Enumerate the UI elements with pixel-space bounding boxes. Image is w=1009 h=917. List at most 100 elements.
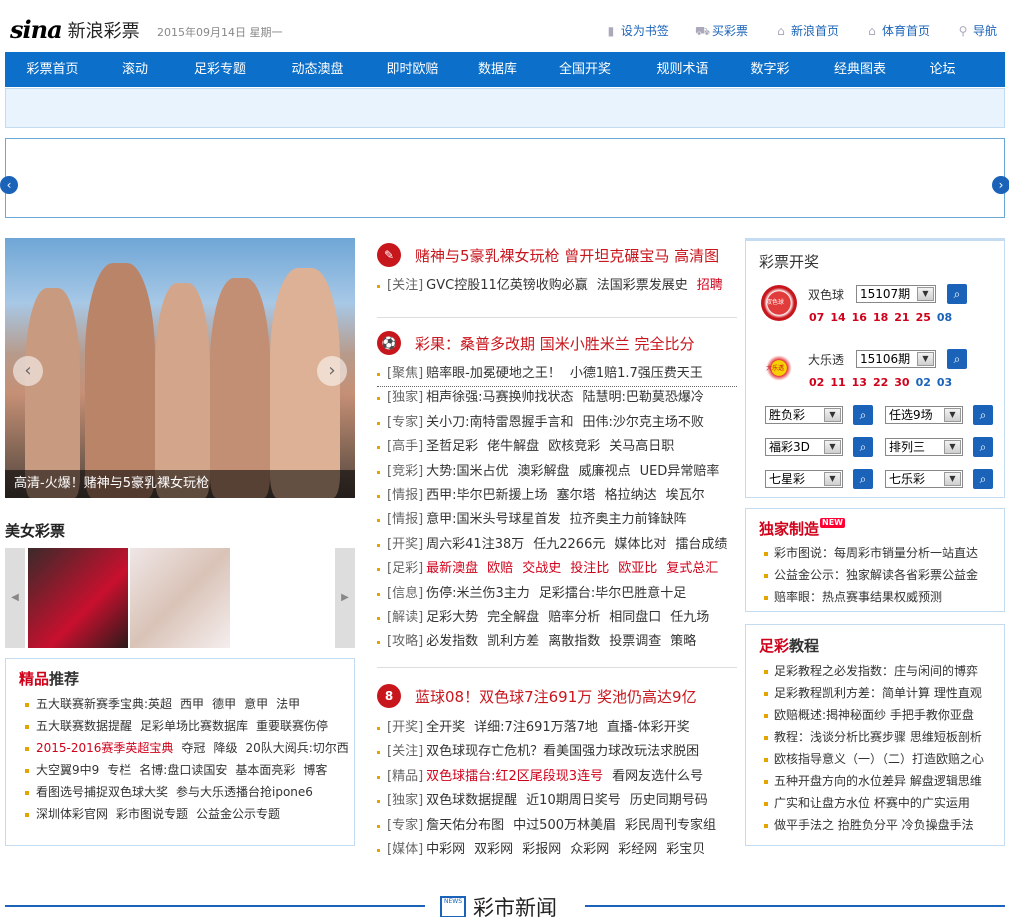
news-link[interactable]: 中彩网 [426,842,465,857]
news-link[interactable]: 双色球数据提醒 [426,793,517,808]
news-link[interactable]: 欧亚比 [618,561,657,576]
lottery-type-select[interactable]: 福彩3D ▼ [765,438,843,456]
news-link[interactable]: 圣哲足彩 [426,439,478,454]
lottery-search-button[interactable]: ⌕ [853,437,873,457]
news-link[interactable]: 擂台成绩 [675,537,727,552]
headline-1[interactable]: ✎ 赌神与5豪乳裸女玩枪 曾开坦克碾宝马 高清图 [377,243,719,267]
news-link[interactable]: 大势:国米占优 [426,464,508,479]
news-link[interactable]: 澳彩解盘 [518,464,570,479]
news-link[interactable]: 彩经网 [618,842,657,857]
lottery-search-button[interactable]: ⌕ [853,469,873,489]
news-link[interactable]: 詹天佑分布图 [426,818,504,833]
news-link[interactable]: 足彩大势 [426,610,478,625]
lottery-type-select[interactable]: 排列三 ▼ [885,438,963,456]
beauty-thumbnail[interactable] [28,548,128,648]
lottery-search-button[interactable]: ⌕ [973,437,993,457]
news-link[interactable]: 离散指数 [548,634,600,649]
banner-next-arrow-icon[interactable]: › [992,176,1009,194]
news-link[interactable]: 彩宝贝 [666,842,705,857]
nav-item-scroll[interactable]: 滚动 [100,52,170,87]
news-link[interactable]: 威廉视点 [579,464,631,479]
sina-logo[interactable]: sina 新浪彩票 [10,15,140,44]
thumb-next-arrow-icon[interactable]: ▶ [335,548,355,648]
news-link[interactable]: 陆慧明:巴勒莫恐爆冷 [583,390,704,405]
news-link[interactable]: 复式总汇 [666,561,718,576]
news-link[interactable]: 最新澳盘 [426,561,478,576]
banner-prev-arrow-icon[interactable]: ‹ [0,176,18,194]
news-link[interactable]: 关小刀:南特雷恩握手言和 [426,415,573,430]
list-item[interactable]: 欧赔概述:揭神秘面纱 手把手教你亚盘 [761,704,984,726]
lottery-type-select[interactable]: 七星彩 ▼ [765,470,843,488]
news-link[interactable]: 近10期周日奖号 [526,793,621,808]
news-link[interactable]: 交战史 [522,561,561,576]
photo-caption[interactable]: 高清-火爆！赌神与5豪乳裸女玩枪 [5,470,355,498]
nav-item-macau-odds[interactable]: 动态澳盘 [270,52,365,87]
news-link[interactable]: 历史同期号码 [630,793,708,808]
headline-3[interactable]: 8 蓝球08！双色球7注691万 奖池仍高达9亿 [377,684,697,708]
sina-home-link[interactable]: ⌂ 新浪首页 [774,22,839,39]
news-link[interactable]: 周六彩41注38万 [426,537,524,552]
news-link[interactable]: 彩报网 [522,842,561,857]
buy-lottery-link[interactable]: ⛟ 买彩票 [695,22,748,39]
news-link[interactable]: 策略 [670,634,696,649]
dlt-search-button[interactable]: ⌕ [947,349,967,369]
news-link[interactable]: 众彩网 [570,842,609,857]
nav-item-digital[interactable]: 数字彩 [730,52,810,87]
news-link[interactable]: 必发指数 [426,634,478,649]
photo-prev-arrow-icon[interactable]: ‹ [13,356,43,386]
news-link[interactable]: 田伟:沙尔克主场不败 [583,415,704,430]
headline-photo[interactable]: ‹ › 高清-火爆！赌神与5豪乳裸女玩枪 [5,238,355,498]
list-item[interactable]: 欧核指导意义（一）（二）打造欧赔之心 [761,748,984,770]
news-link[interactable]: 赔率眼-加冕硬地之王！ [426,366,561,381]
news-link[interactable]: 任九2266元 [533,537,605,552]
list-item[interactable]: 彩市图说：每周彩市销量分析一站直达 [761,542,978,564]
news-link[interactable]: 媒体比对 [614,537,666,552]
news-link[interactable]: 全开奖 [426,720,465,735]
news-link[interactable]: 格拉纳达 [605,488,657,503]
nav-item-database[interactable]: 数据库 [460,52,535,87]
news-link[interactable]: 相同盘口 [609,610,661,625]
list-item[interactable]: 赔率眼：热点赛事结果权威预测 [761,586,978,608]
news-link[interactable]: 双色球擂台:红2区尾段现3连号 [426,769,603,784]
news-link[interactable]: 双彩网 [474,842,513,857]
nav-item-home[interactable]: 彩票首页 [5,52,100,87]
nav-item-euro-odds[interactable]: 即时欧赔 [365,52,460,87]
ssq-search-button[interactable]: ⌕ [947,284,967,304]
lottery-type-select[interactable]: 七乐彩 ▼ [885,470,963,488]
sports-home-link[interactable]: ⌂ 体育首页 [865,22,930,39]
news-link[interactable]: 彩民周刊专家组 [625,818,716,833]
news-link[interactable]: 西甲:毕尔巴新援上场 [426,488,547,503]
bookmark-link[interactable]: ▮ 设为书签 [604,22,669,39]
headline-2[interactable]: ⚽ 彩果：桑普多改期 国米小胜米兰 完全比分 [377,331,695,355]
news-link[interactable]: 详细:7注691万落7地 [474,720,598,735]
dlt-issue-select[interactable]: 15106期 ▼ [856,350,936,368]
news-link[interactable]: 小德1赔1.7强压费天王 [570,366,703,381]
list-item[interactable]: 足彩教程之必发指数：庄与闲间的博弈 [761,660,984,682]
nav-item-charts[interactable]: 经典图表 [810,52,910,87]
list-item[interactable]: 做平手法之 抬胜负分平 冷负操盘手法 [761,814,984,836]
news-link[interactable]: 欧核竞彩 [548,439,600,454]
news-link[interactable]: 赔率分析 [548,610,600,625]
nav-item-forum[interactable]: 论坛 [910,52,975,87]
news-link[interactable]: 直播-体彩开奖 [607,720,690,735]
news-link[interactable]: 拉齐奥主力前锋缺阵 [570,512,687,527]
ssq-issue-select[interactable]: 15107期 ▼ [856,285,936,303]
news-link[interactable]: 伤停:米兰伤3主力 [426,586,530,601]
navigation-link[interactable]: ⚲ 导航 [956,22,997,39]
news-link[interactable]: 意甲:国米头号球星首发 [426,512,560,527]
list-item[interactable]: 五种开盘方向的水位差异 解盘逻辑思维 [761,770,984,792]
news-link[interactable]: 欧赔 [487,561,513,576]
news-link[interactable]: 佬牛解盘 [487,439,539,454]
lottery-type-select[interactable]: 任选9场 ▼ [885,406,963,424]
list-item[interactable]: 公益金公示：独家解读各省彩票公益金 [761,564,978,586]
list-item[interactable]: 足彩教程凯利方差：简单计算 理性直观 [761,682,984,704]
news-link[interactable]: 双色球现存亡危机？看美国强力球改玩法求脱困 [426,744,699,759]
news-link[interactable]: 任九场 [670,610,709,625]
list-item[interactable]: 教程：浅谈分析比赛步骤 思维短板剖析 [761,726,984,748]
news-link[interactable]: 中过500万林美眉 [513,818,616,833]
lottery-type-select[interactable]: 胜负彩 ▼ [765,406,843,424]
photo-next-arrow-icon[interactable]: › [317,356,347,386]
beauty-thumbnail[interactable] [130,548,230,648]
news-link[interactable]: 足彩擂台:毕尔巴胜意十足 [539,586,686,601]
nav-item-football-topic[interactable]: 足彩专题 [170,52,270,87]
